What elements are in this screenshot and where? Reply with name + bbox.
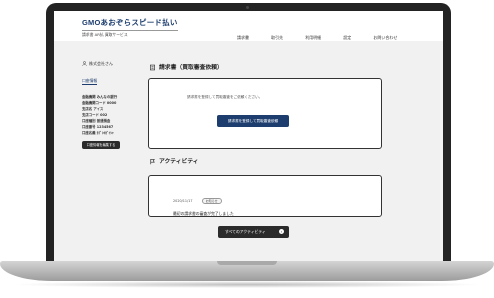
- register-invoice-button[interactable]: 請求書を登録して買取審査依頼: [217, 115, 289, 127]
- invoice-card: 請求書を登録して買取審査をご依頼ください。 請求書を登録して買取審査依頼: [148, 78, 382, 149]
- laptop-screen: GMOあおぞらスピード払い 請求書 AR払 買取サービス 請求書 取引先 利用明…: [54, 11, 443, 262]
- logo-sub: 請求書 AR払 買取サービス: [82, 30, 178, 38]
- base-notch: [217, 261, 277, 265]
- user-row: 株式会社さん: [82, 61, 132, 67]
- edit-account-button[interactable]: 口座情報を編集する: [82, 141, 120, 149]
- main-nav: 請求書 取引先 利用明細 設定 お問い合わせ: [237, 24, 414, 43]
- nav-settings[interactable]: 設定: [343, 35, 351, 41]
- site-header: GMOあおぞらスピード払い 請求書 AR払 買取サービス 請求書 取引先 利用明…: [54, 11, 443, 41]
- activity-title: アクティビティ: [159, 159, 199, 165]
- user-name: 株式会社さん: [89, 61, 113, 66]
- logo-main: GMOあおぞらスピード払い: [82, 18, 178, 27]
- all-activity-label: すべてのアクティビティ: [225, 229, 266, 234]
- invoice-title: 請求書（買取審査依頼）: [159, 65, 223, 71]
- invoice-description: 請求書を登録して買取審査をご依頼ください。: [187, 95, 263, 99]
- flag-icon: [150, 159, 155, 165]
- activity-item[interactable]: 2020/11/17 お知らせ 最初の請求書の審査が完了しました: [173, 187, 234, 217]
- nav-usage[interactable]: 利用明細: [305, 35, 321, 41]
- activity-text: 最初の請求書の審査が完了しました: [173, 211, 234, 216]
- account-info-link[interactable]: 口座情報: [82, 78, 98, 85]
- activity-date: 2020/11/17: [173, 199, 193, 203]
- laptop-base: [0, 261, 494, 281]
- activity-badge: お知らせ: [201, 198, 222, 204]
- activity-section-title: アクティビティ: [149, 156, 199, 165]
- activity-card: 2020/11/17 お知らせ 最初の請求書の審査が完了しました: [148, 175, 382, 217]
- nav-clients[interactable]: 取引先: [271, 35, 283, 41]
- invoice-section-title: 請求書（買取審査依頼）: [149, 62, 223, 71]
- invoice-icon: [150, 64, 155, 71]
- nav-contact[interactable]: お問い合わせ: [373, 35, 397, 41]
- laptop-shadow: [10, 281, 484, 288]
- camera-dot: [246, 6, 249, 9]
- user-icon: [82, 61, 87, 67]
- sidebar: 株式会社さん 口座情報 金融機関 みんなの銀行 金融機関コード 0000 支店名…: [82, 61, 132, 149]
- arrow-right-icon: ›: [279, 229, 284, 234]
- site-logo[interactable]: GMOあおぞらスピード払い 請求書 AR払 買取サービス: [82, 17, 178, 38]
- all-activity-button[interactable]: すべてのアクティビティ ›: [218, 226, 289, 238]
- nav-invoices[interactable]: 請求書: [237, 35, 249, 41]
- laptop-lid: GMOあおぞらスピード払い 請求書 AR払 買取サービス 請求書 取引先 利用明…: [46, 3, 451, 263]
- account-info-list: 金融機関 みんなの銀行 金融機関コード 0000 支店名 アイス 支店コード 0…: [82, 94, 132, 136]
- info-line: 口座名義 ｶﾌﾞｼｷｶﾞｲｼｬ: [82, 131, 114, 135]
